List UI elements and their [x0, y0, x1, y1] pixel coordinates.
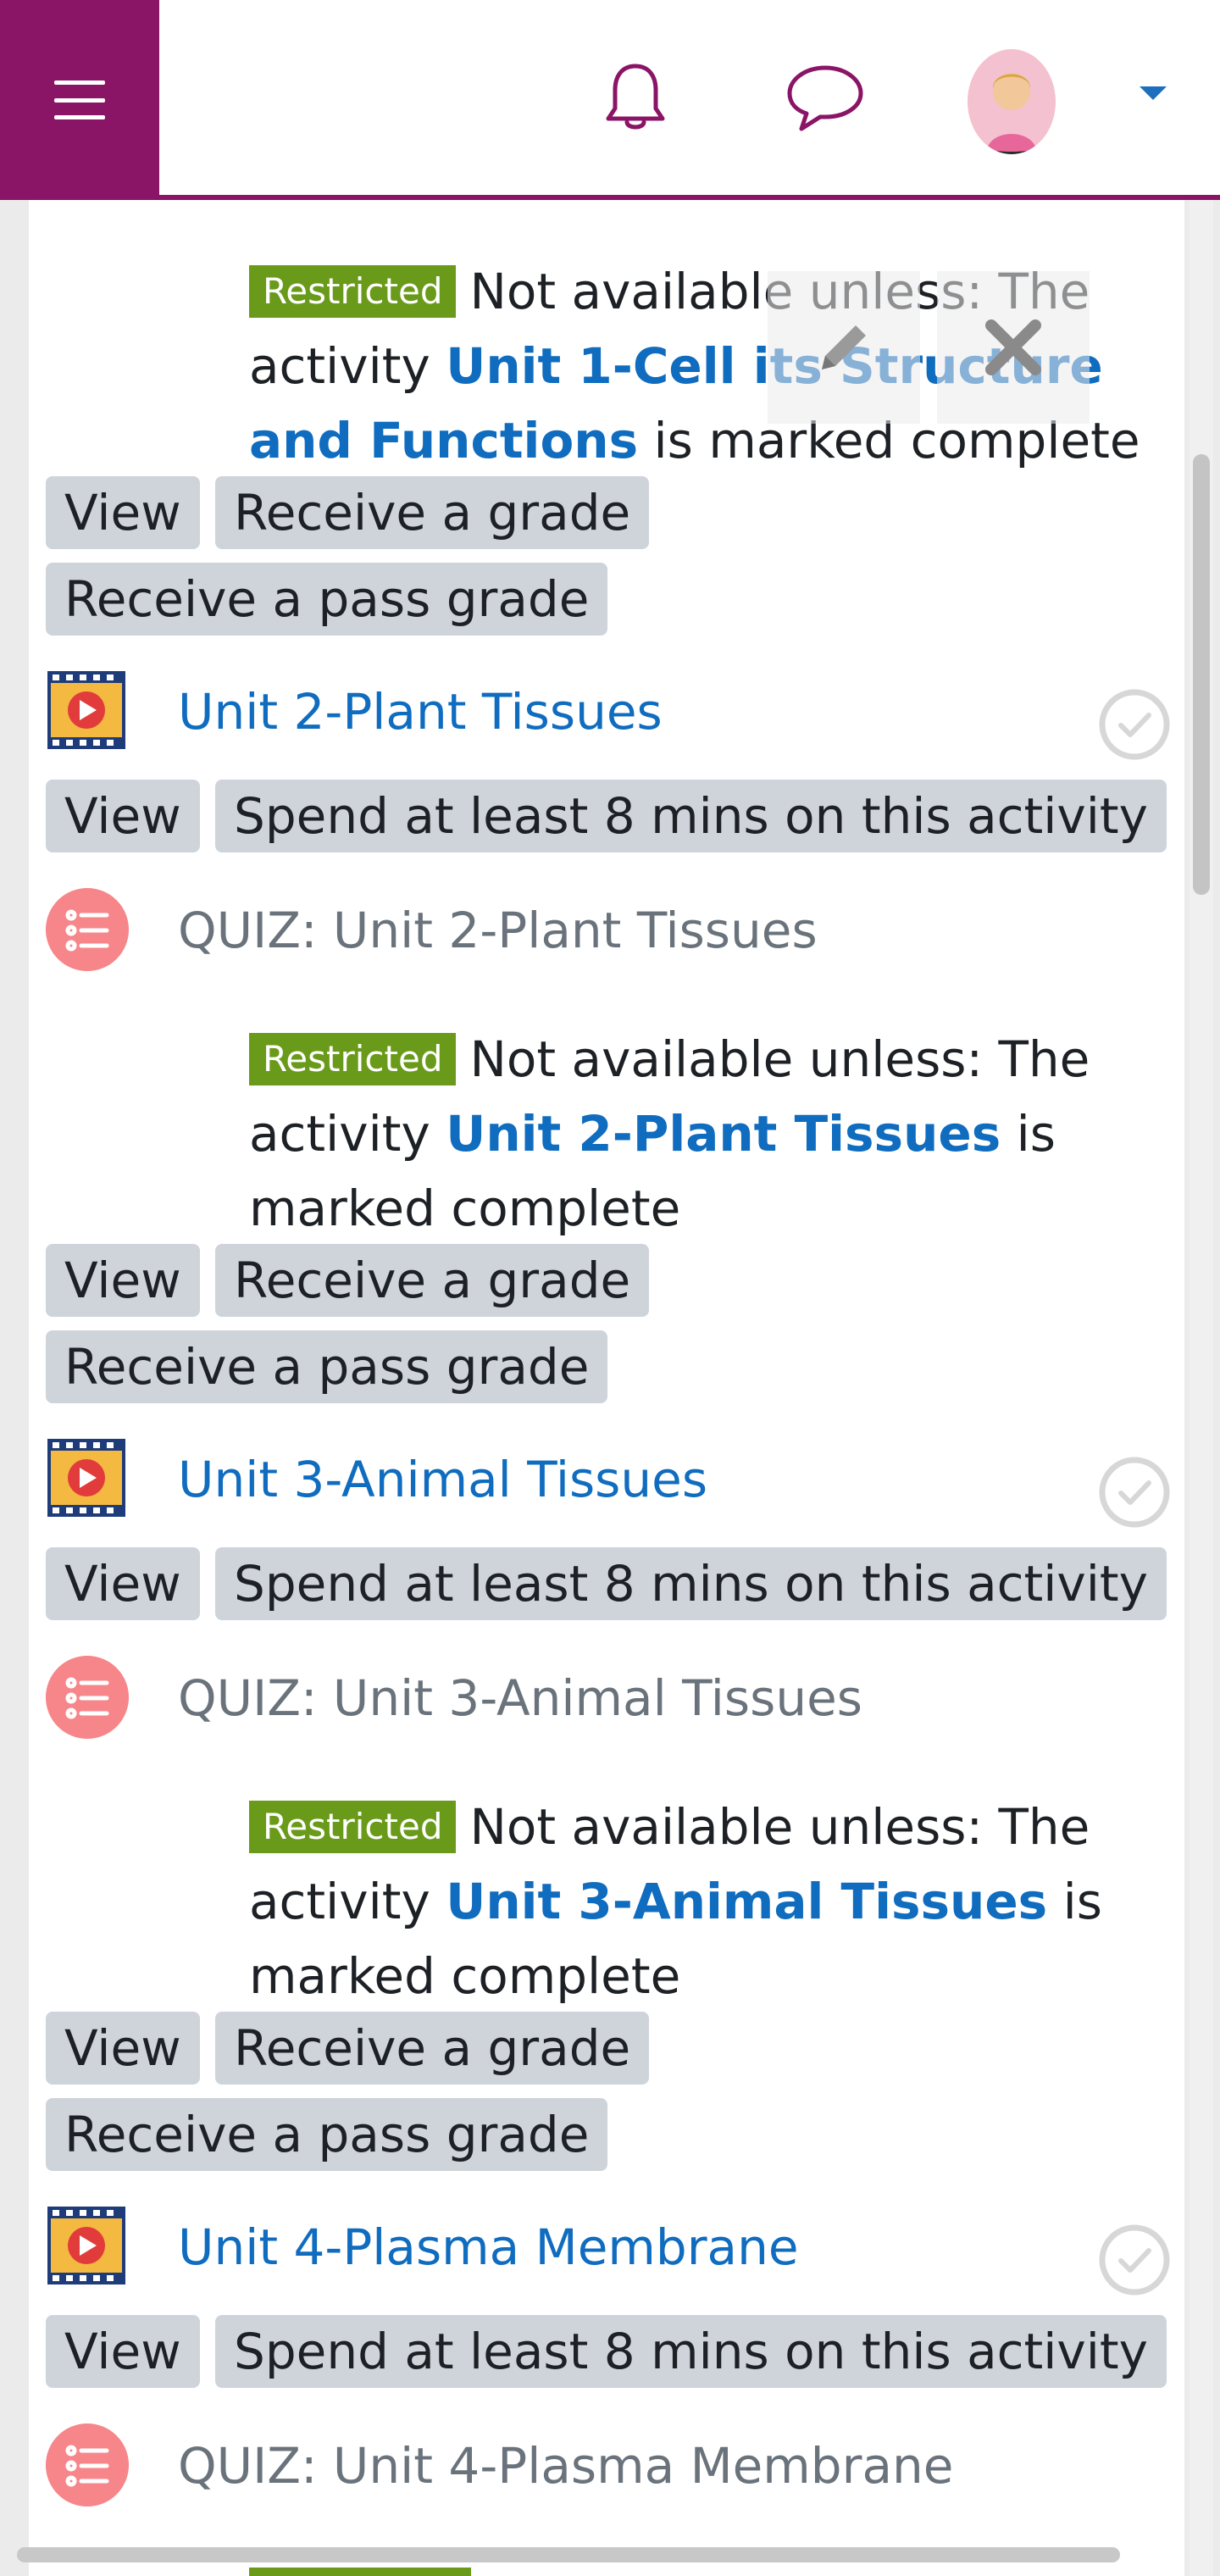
video-icon [47, 671, 125, 749]
user-avatar[interactable] [968, 49, 1056, 154]
condition-view-chip: View [46, 2012, 200, 2085]
activity-item[interactable]: Unit 2-Plant Tissues [46, 669, 1173, 760]
quiz-list-icon [46, 2423, 129, 2507]
pencil-icon [822, 325, 866, 369]
restriction-link[interactable]: Unit 2-Plant Tissues [446, 1105, 1001, 1163]
condition-time-chip: Spend at least 8 mins on this activity [215, 1547, 1167, 1620]
quiz-item[interactable]: QUIZ: Unit 2-Plant Tissues [46, 888, 1173, 973]
course-page: RestrictedNot available unless: The acti… [0, 0, 1220, 2576]
quiz-item[interactable]: QUIZ: Unit 4-Plasma Membrane [46, 2423, 1173, 2508]
condition-pass-grade-chip: Receive a pass grade [46, 1330, 608, 1403]
quiz-link[interactable]: QUIZ: Unit 3-Animal Tissues [178, 1664, 862, 1732]
edit-button[interactable] [768, 271, 920, 424]
vertical-scrollbar[interactable] [1193, 454, 1210, 895]
chat-bubble-icon[interactable] [785, 61, 866, 134]
completion-check-icon[interactable] [1098, 1456, 1171, 1529]
condition-time-chip: Spend at least 8 mins on this activity [215, 2315, 1167, 2388]
hamburger-menu-button[interactable] [0, 0, 159, 200]
condition-grade-chip: Receive a grade [215, 1244, 650, 1317]
activity-link[interactable]: Unit 3-Animal Tissues [178, 1446, 707, 1513]
condition-view-chip: View [46, 1547, 200, 1620]
activity-link[interactable]: Unit 4-Plasma Membrane [178, 2213, 799, 2281]
quiz-list-icon [46, 888, 129, 971]
condition-time-chip: Spend at least 8 mins on this activity [215, 780, 1167, 852]
horizontal-scrollbar[interactable] [17, 2547, 1120, 2562]
activity-item[interactable]: Unit 3-Animal Tissues [46, 1437, 1173, 1528]
restricted-badge: Restricted [249, 1801, 457, 1853]
condition-view-chip: View [46, 476, 200, 549]
quiz-list-icon [46, 1656, 129, 1739]
quiz-link[interactable]: QUIZ: Unit 4-Plasma Membrane [178, 2432, 953, 2500]
condition-grade-chip: Receive a grade [215, 476, 650, 549]
caret-down-icon[interactable] [1140, 86, 1167, 100]
restriction-link[interactable]: Unit 3-Animal Tissues [446, 1873, 1047, 1930]
condition-view-chip: View [46, 1244, 200, 1317]
condition-view-chip: View [46, 780, 200, 852]
hamburger-icon [54, 80, 105, 119]
quiz-item[interactable]: QUIZ: Unit 3-Animal Tissues [46, 1656, 1173, 1740]
restricted-badge: Restricted [249, 265, 457, 318]
condition-pass-grade-chip: Receive a pass grade [46, 2098, 608, 2171]
delete-button[interactable] [937, 271, 1090, 424]
video-icon [47, 2207, 125, 2285]
condition-view-chip: View [46, 2315, 200, 2388]
restricted-badge: Restricted [249, 1033, 457, 1085]
activity-link[interactable]: Unit 2-Plant Tissues [178, 678, 663, 746]
completion-check-icon[interactable] [1098, 688, 1171, 761]
condition-grade-chip: Receive a grade [215, 2012, 650, 2085]
quiz-link[interactable]: QUIZ: Unit 2-Plant Tissues [178, 897, 818, 964]
bell-icon[interactable] [603, 61, 668, 134]
top-navbar [0, 0, 1220, 200]
video-icon [47, 1439, 125, 1517]
close-icon [985, 319, 1041, 375]
completion-check-icon[interactable] [1098, 2223, 1171, 2296]
restricted-badge-partial [249, 2568, 471, 2576]
restriction-notice: RestrictedNot available unless: The acti… [249, 1790, 1181, 2013]
condition-pass-grade-chip: Receive a pass grade [46, 563, 608, 636]
course-content: RestrictedNot available unless: The acti… [29, 200, 1184, 2576]
restriction-notice: RestrictedNot available unless: The acti… [249, 1022, 1181, 1246]
activity-item[interactable]: Unit 4-Plasma Membrane [46, 2205, 1173, 2296]
